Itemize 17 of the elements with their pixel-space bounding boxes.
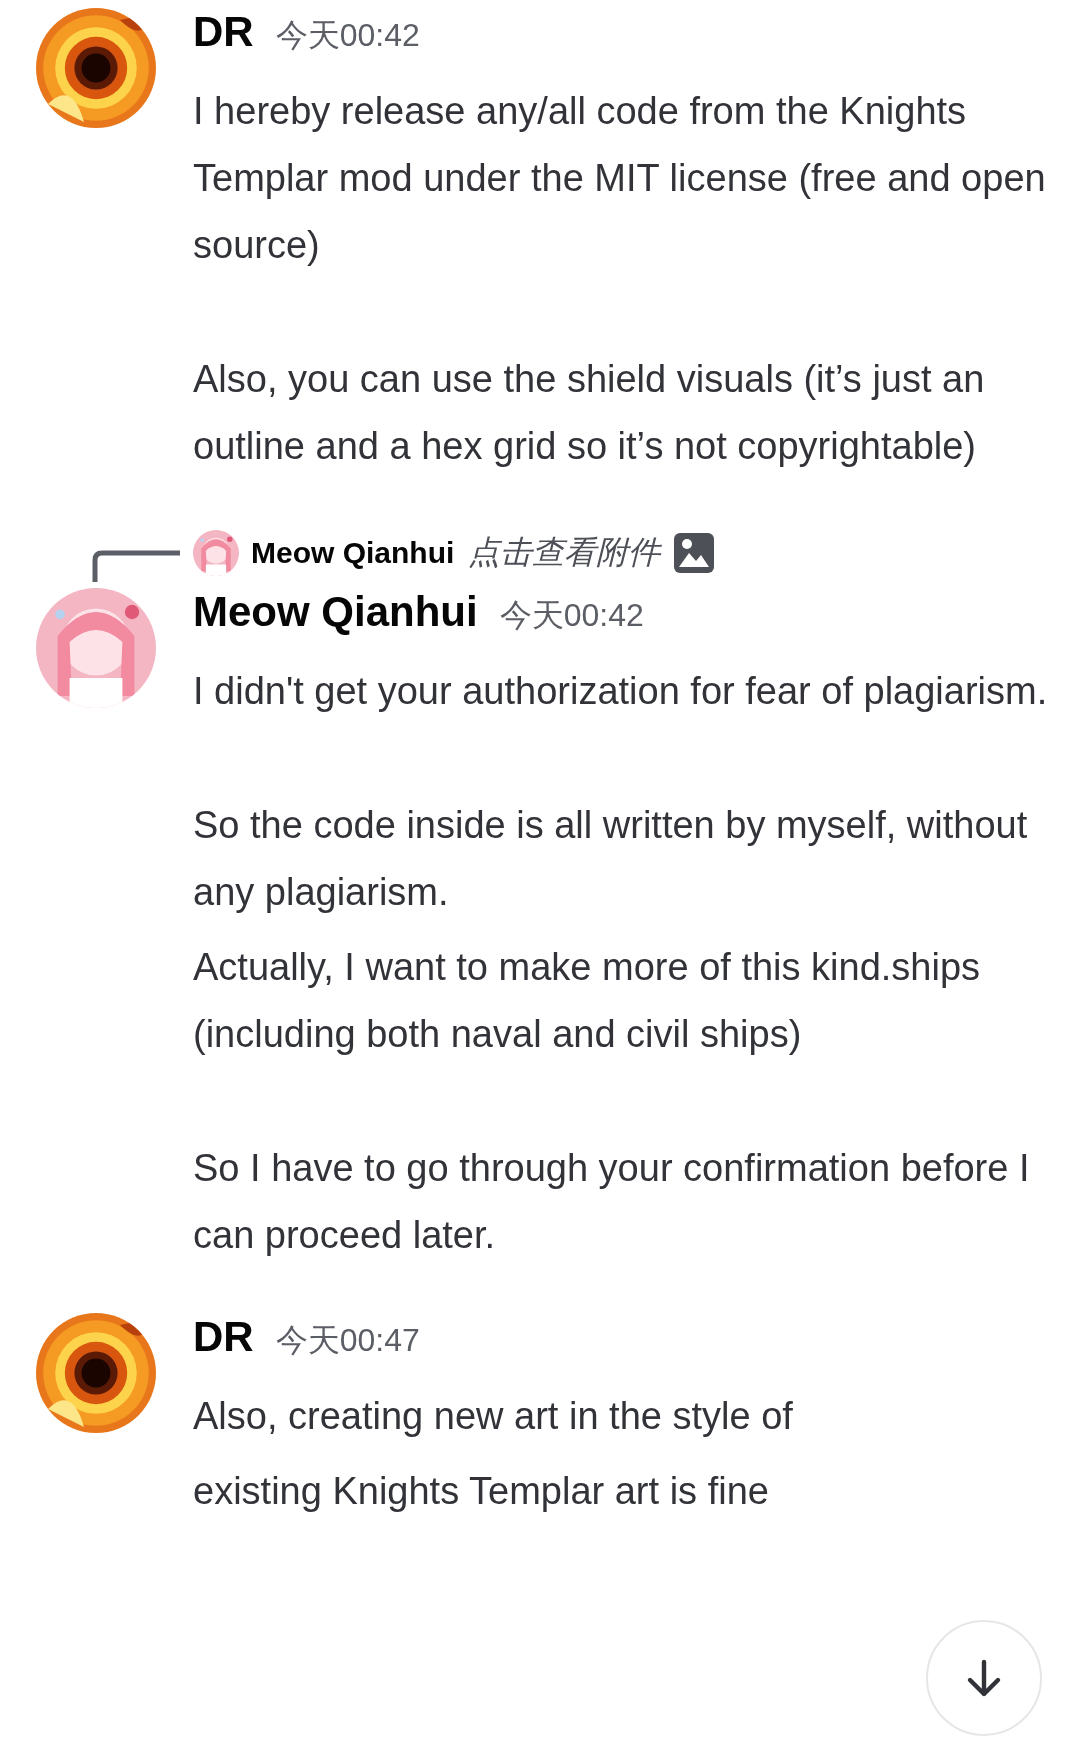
author-name[interactable]: Meow Qianhui [193,588,478,636]
message-text: So I have to go through your confirmation before I can proceed later. [193,1146,1031,1258]
reply-preview[interactable]: 点击查看附件 [468,531,661,575]
timestamp: 今天00:47 [275,1321,420,1360]
message-text: I didn't get your authorization for fear of plagiarism. [193,669,1049,714]
author-name[interactable]: DR [193,1313,254,1361]
message-text: Also, you can use the shield visuals (it’s just an outline and a hex grid so it’s not copyrightable) [193,357,986,469]
message-text: Also, creating new art in the style of [193,1394,794,1439]
message-text: So the code inside is all written by myself, without any plagiarism. [193,803,1029,915]
author-name[interactable]: DR [193,8,254,56]
message-text: I hereby release any/all code from the Knights Templar mod under the MIT license (free and open source) [193,89,1047,268]
message-text: Actually, I want to make more of this kind.ships (including both naval and civil ships) [193,945,982,1057]
timestamp: 今天00:42 [499,596,644,635]
image-icon [674,533,715,573]
message-text: existing Knights Templar art is fine [193,1469,770,1514]
reply-author[interactable]: Meow Qianhui [251,536,455,570]
timestamp: 今天00:42 [275,16,420,55]
